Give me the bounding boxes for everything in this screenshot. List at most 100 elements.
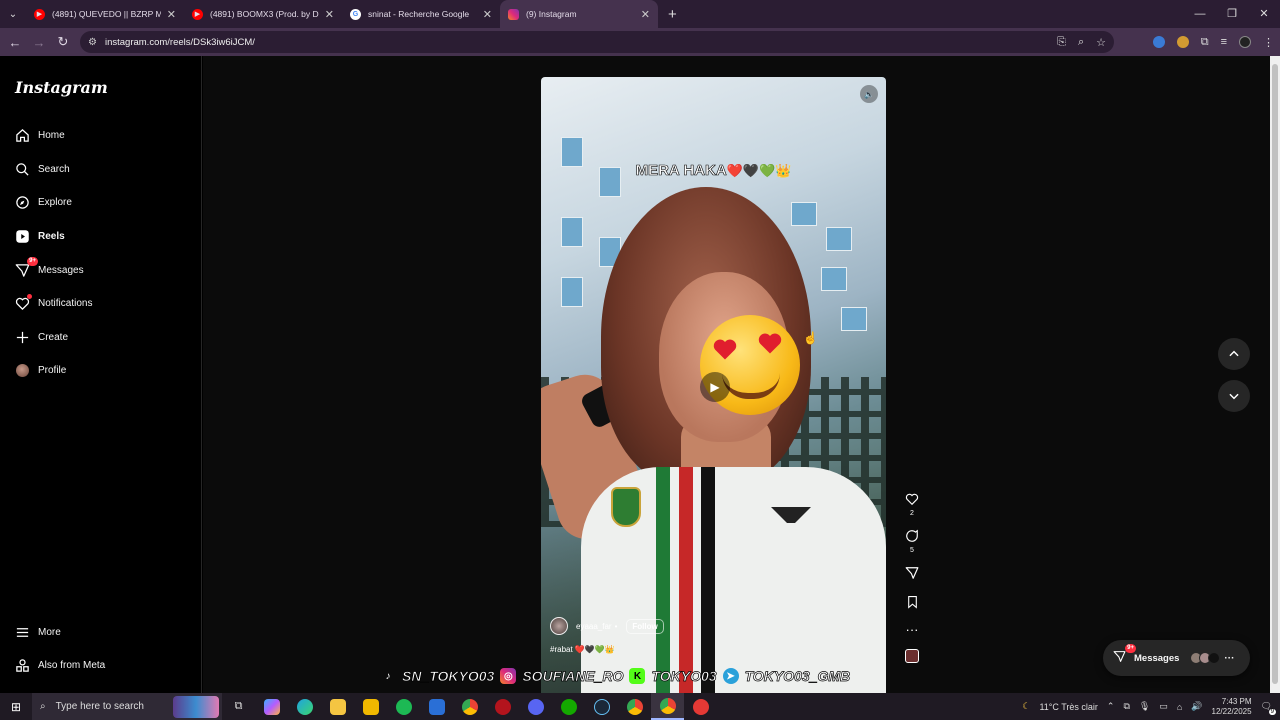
browser-tab[interactable]: ▶ (4891) QUEVEDO || BZRP Music Sessions … xyxy=(26,0,184,28)
browser-toolbar: ← → ↻ ⚙ instagram.com/reels/DSk3iw6iJCM/… xyxy=(0,28,1280,56)
comment-button[interactable]: 5 xyxy=(900,529,924,554)
system-tray: ☾ 11°C Très clair ⌃ ⧉ 🎙 ▭ ⌂ 🔊 7:43 PM 12… xyxy=(1022,693,1280,720)
tab-search-button[interactable]: ⌄ xyxy=(0,0,26,28)
more-options-button[interactable]: ··· xyxy=(900,622,924,637)
reel-caption[interactable]: #rabat ❤️🖤💚👑 xyxy=(550,645,615,654)
tray-overflow-icon[interactable]: ⌃ xyxy=(1107,701,1115,712)
username-link[interactable]: eyaaa_far xyxy=(576,622,612,631)
edge-icon[interactable] xyxy=(288,693,321,720)
notification-count: 9 xyxy=(1268,709,1276,715)
chrome-active-icon[interactable] xyxy=(651,693,684,720)
volume-icon[interactable]: 🔊 xyxy=(1191,701,1202,712)
messages-drawer-button[interactable]: 9+ Messages ··· xyxy=(1103,640,1250,676)
close-tab-icon[interactable]: ✕ xyxy=(167,8,176,21)
tab-title: sninat - Recherche Google xyxy=(368,9,470,19)
notification-center-icon[interactable]: 🗨 9 xyxy=(1261,701,1276,715)
mail-icon[interactable] xyxy=(420,693,453,720)
jersey-stripe xyxy=(656,467,670,693)
tiktok-icon: ♪ xyxy=(385,670,391,682)
close-tab-icon[interactable]: ✕ xyxy=(483,8,492,21)
bookmark-star-icon[interactable]: ☆ xyxy=(1096,36,1106,49)
app-tray-icon[interactable]: ⧉ xyxy=(1123,701,1129,712)
microphone-icon[interactable]: 🎙 xyxy=(1139,701,1150,712)
nav-search[interactable]: Search xyxy=(14,158,70,180)
telegram-icon: ➤ xyxy=(722,668,739,684)
nav-more[interactable]: More xyxy=(14,621,61,643)
spotify-icon[interactable] xyxy=(387,693,420,720)
play-icon[interactable]: ▶ xyxy=(700,372,730,402)
overlay-handle: SN_TOKYO03 xyxy=(402,668,495,685)
nav-label: Explore xyxy=(38,196,72,208)
comment-count: 5 xyxy=(910,547,914,554)
save-button[interactable] xyxy=(900,595,924,612)
close-tab-icon[interactable]: ✕ xyxy=(641,8,650,21)
browser-tab[interactable]: G sninat - Recherche Google ✕ xyxy=(342,0,500,28)
nav-also-from-meta[interactable]: Also from Meta xyxy=(14,654,105,676)
address-bar[interactable]: ⚙ instagram.com/reels/DSk3iw6iJCM/ ⎘ ⌕ ☆ xyxy=(80,31,1114,53)
chrome-icon[interactable] xyxy=(453,693,486,720)
scrollbar-thumb[interactable] xyxy=(1272,64,1278,684)
profile-avatar[interactable] xyxy=(1239,36,1251,48)
extensions-puzzle-icon[interactable]: ⧉ xyxy=(1201,36,1209,49)
forward-button[interactable]: → xyxy=(27,35,51,50)
network-icon[interactable]: ⌂ xyxy=(1177,702,1182,712)
audio-button[interactable] xyxy=(900,649,924,663)
instagram-sidebar: Instagram Home Search Explore Reels 9+ M… xyxy=(0,56,202,693)
install-app-icon[interactable]: ⎘ xyxy=(1057,36,1066,49)
recorder-icon[interactable] xyxy=(684,693,717,720)
extension-icon[interactable] xyxy=(1152,36,1165,48)
like-button[interactable]: 2 xyxy=(900,492,924,517)
instagram-logo[interactable]: Instagram xyxy=(15,78,108,97)
compass-icon xyxy=(14,194,30,210)
messages-label: Messages xyxy=(1134,652,1180,664)
store-icon[interactable] xyxy=(354,693,387,720)
task-view-icon[interactable]: ⧉ xyxy=(222,693,255,720)
browser-tab-active[interactable]: (9) Instagram ✕ xyxy=(500,0,658,28)
new-tab-button[interactable]: + xyxy=(668,6,677,23)
tab-title: (9) Instagram xyxy=(526,9,577,19)
nav-notifications[interactable]: Notifications xyxy=(14,292,92,314)
game-app-icon[interactable] xyxy=(486,693,519,720)
copilot-icon[interactable] xyxy=(255,693,288,720)
restore-button[interactable]: ❐ xyxy=(1216,0,1248,28)
tab-title: (4891) QUEVEDO || BZRP Music Sessions xyxy=(52,9,161,19)
minimize-button[interactable]: — xyxy=(1184,0,1216,28)
nav-explore[interactable]: Explore xyxy=(14,191,72,213)
weather-text[interactable]: 11°C Très clair xyxy=(1039,702,1097,712)
clock[interactable]: 7:43 PM 12/22/2025 xyxy=(1212,697,1252,717)
browser-menu-icon[interactable]: ⋮ xyxy=(1263,36,1274,49)
site-info-icon[interactable]: ⚙ xyxy=(88,37,97,48)
upwork-icon[interactable] xyxy=(552,693,585,720)
reload-button[interactable]: ↻ xyxy=(51,34,75,50)
windows-start-icon[interactable]: ⊞ xyxy=(0,700,32,714)
avatar[interactable] xyxy=(550,617,568,635)
file-explorer-icon[interactable] xyxy=(321,693,354,720)
home-icon xyxy=(14,127,30,143)
page-scrollbar[interactable] xyxy=(1270,56,1280,693)
follow-button[interactable]: Follow xyxy=(626,618,664,634)
extension-icon[interactable] xyxy=(1176,36,1189,48)
volume-icon[interactable]: 🔈 xyxy=(860,85,878,103)
close-tab-icon[interactable]: ✕ xyxy=(325,8,334,21)
nav-profile[interactable]: Profile xyxy=(14,359,66,381)
unread-badge: 9+ xyxy=(1125,644,1136,653)
back-button[interactable]: ← xyxy=(3,35,27,50)
unread-badge: 9+ xyxy=(27,257,38,266)
taskbar-search[interactable]: ⌕ Type here to search xyxy=(32,693,222,720)
nav-messages[interactable]: 9+ Messages xyxy=(14,257,84,281)
share-button[interactable] xyxy=(900,566,924,583)
reel-video[interactable]: MERA HAKA❤️🖤💚👑 ▶ 🔈 eyaaa_far • Follow #r… xyxy=(541,77,886,693)
discord-icon[interactable] xyxy=(519,693,552,720)
nav-home[interactable]: Home xyxy=(14,124,65,146)
chrome-profile-icon[interactable] xyxy=(618,693,651,720)
nav-reels[interactable]: Reels xyxy=(14,225,65,247)
browser-tab[interactable]: ▶ (4891) BOOMX3 (Prod. by Dawn) ✕ xyxy=(184,0,342,28)
next-reel-button[interactable] xyxy=(1218,380,1250,412)
steam-icon[interactable] xyxy=(585,693,618,720)
close-window-button[interactable]: ✕ xyxy=(1248,0,1280,28)
nav-create[interactable]: Create xyxy=(14,326,68,348)
media-control-icon[interactable]: ≡ xyxy=(1221,36,1227,48)
previous-reel-button[interactable] xyxy=(1218,338,1250,370)
zoom-icon[interactable]: ⌕ xyxy=(1078,36,1084,49)
display-icon[interactable]: ▭ xyxy=(1159,701,1168,712)
